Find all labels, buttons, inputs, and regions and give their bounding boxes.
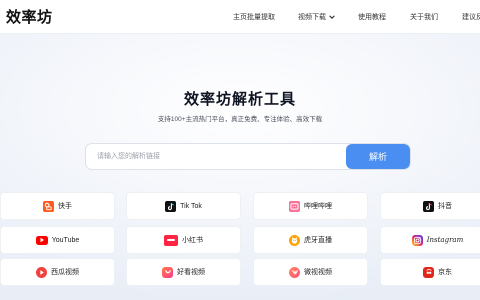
nav-item-video-download[interactable]: 视频下载 (298, 12, 336, 22)
main-nav: 主页批量提取 视频下载 使用教程 关于我们 建议反 (0, 0, 480, 34)
platform-card-huya[interactable]: 虎牙直播 (254, 227, 367, 253)
platform-label: YouTube (51, 236, 80, 244)
platform-card-kuaishou[interactable]: 快手 (1, 193, 114, 219)
nav-item-batch-extract[interactable]: 主页批量提取 (233, 12, 275, 22)
platform-label: 哔哩哔哩 (304, 203, 332, 210)
kuaishou-icon (43, 200, 54, 212)
platform-label: 小红书 (182, 237, 203, 244)
platform-label: Instagram (426, 236, 464, 244)
platform-label: Tik Tok (180, 202, 202, 210)
nav-label: 主页批量提取 (233, 14, 275, 21)
xigua-icon (36, 266, 47, 278)
xiaohongshu-icon (164, 234, 178, 246)
youtube-icon (35, 235, 48, 245)
platform-card-bilibili[interactable]: 哔哩哔哩 (254, 193, 367, 219)
platform-label: 京东 (438, 269, 452, 276)
top-header: 效率坊 主页批量提取 视频下载 使用教程 关于我们 建议反 (0, 0, 480, 34)
link-input[interactable] (86, 144, 348, 169)
platform-label: 抖音 (438, 203, 452, 210)
page-title: 效率坊解析工具 (183, 91, 296, 108)
weishi-icon (289, 266, 300, 278)
platform-card-xigua[interactable]: 西瓜视频 (1, 259, 114, 285)
page-subtitle: 支持100+主流热门平台，真正免费、专注体验、高效下载 (157, 116, 323, 123)
platform-card-douyin[interactable]: 抖音 (381, 193, 480, 219)
platform-label: 西瓜视频 (51, 269, 79, 276)
platform-card-jd[interactable]: 京东 (381, 259, 480, 285)
nav-label: 建议反 (462, 14, 480, 21)
tiktok-icon (165, 200, 177, 212)
jd-icon (423, 266, 434, 278)
platform-grid: 快手 Tik Tok 哔哩哔哩 抖音 YouTube 小红书 虎牙直播 Inst… (0, 193, 480, 300)
platform-label: 微视视频 (304, 269, 332, 276)
haokan-icon (162, 266, 173, 278)
platform-label: 好看视频 (177, 269, 205, 276)
parse-button[interactable]: 解析 (346, 144, 410, 169)
douyin-icon (423, 200, 434, 212)
nav-item-about[interactable]: 关于我们 (410, 12, 438, 22)
instagram-icon (411, 234, 423, 246)
chevron-down-icon (329, 15, 335, 19)
huya-icon (289, 234, 300, 246)
platform-card-instagram[interactable]: Instagram (381, 227, 480, 253)
nav-label: 关于我们 (410, 14, 438, 21)
nav-item-feedback[interactable]: 建议反 (462, 12, 480, 22)
nav-item-tutorial[interactable]: 使用教程 (358, 12, 386, 22)
nav-label: 使用教程 (358, 14, 386, 21)
platform-card-xiaohongshu[interactable]: 小红书 (127, 227, 240, 253)
search-bar: 解析 (85, 143, 411, 170)
platform-label: 快手 (58, 203, 72, 210)
platform-label: 虎牙直播 (304, 237, 332, 244)
platform-card-youtube[interactable]: YouTube (1, 227, 114, 253)
nav-label: 视频下载 (298, 14, 326, 21)
platform-card-haokan[interactable]: 好看视频 (127, 259, 240, 285)
platform-card-weishi[interactable]: 微视视频 (254, 259, 367, 285)
bilibili-icon (289, 200, 300, 212)
platform-card-tiktok[interactable]: Tik Tok (127, 193, 240, 219)
